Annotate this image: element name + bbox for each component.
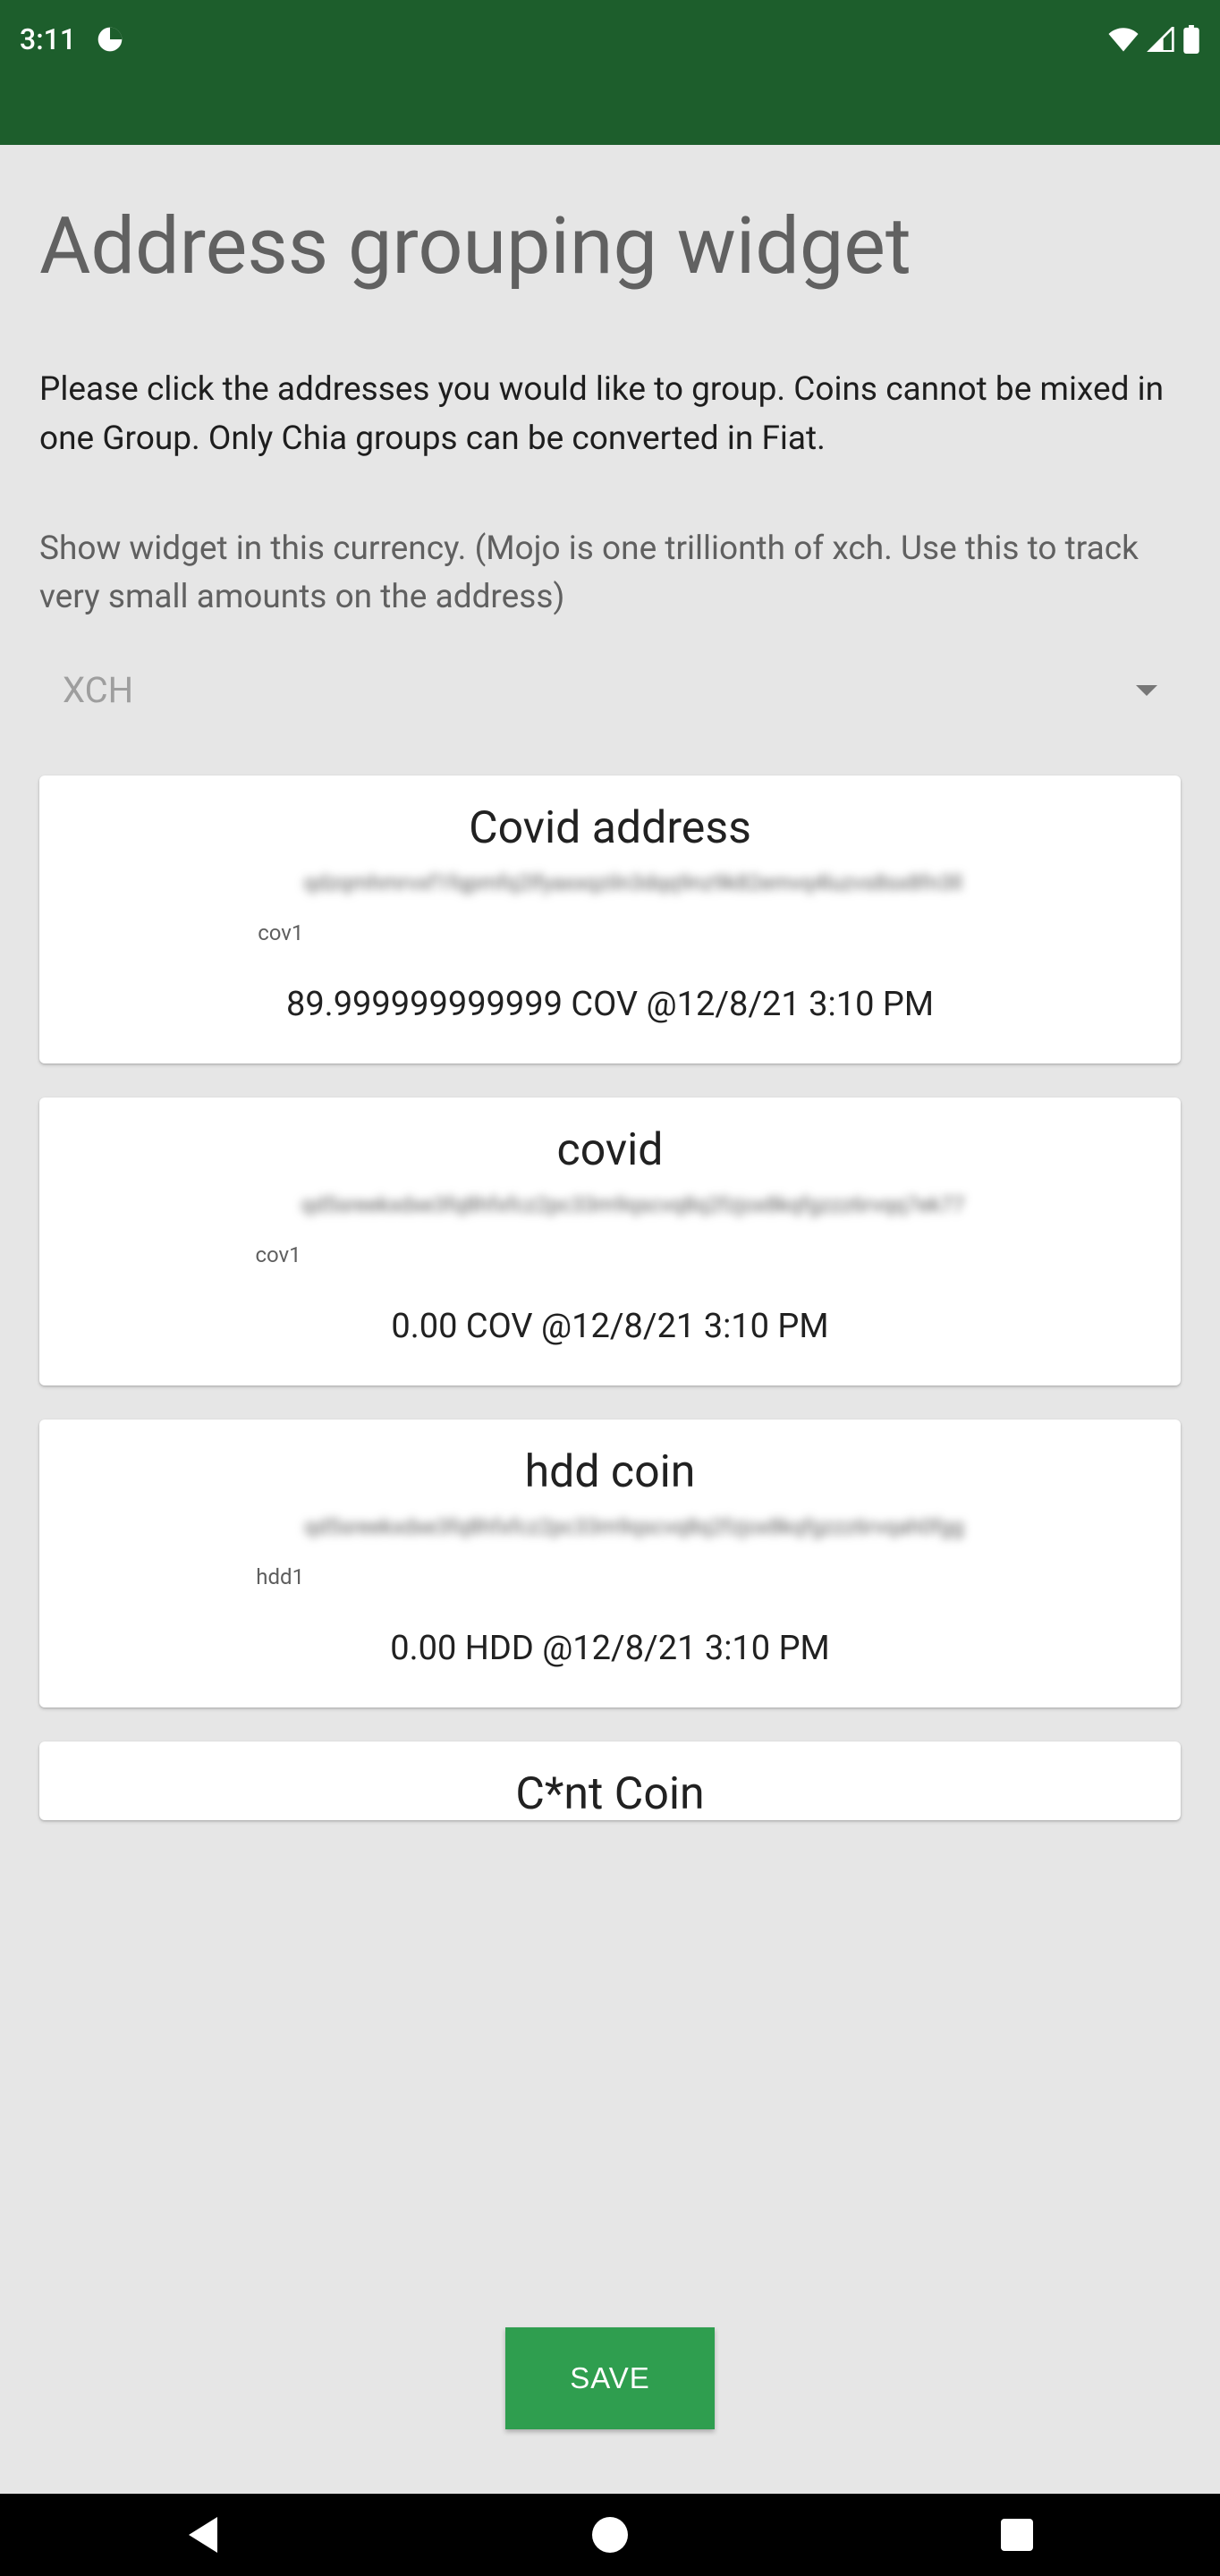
address-card-title: C*nt Coin bbox=[57, 1768, 1163, 1820]
home-icon bbox=[592, 2517, 628, 2553]
back-icon bbox=[189, 2517, 217, 2553]
address-hash: qdzqmhmrvxf1fqpmfq2lfyaxxqziln3dqq9nz9k8… bbox=[303, 870, 962, 895]
address-card-list: Covid address cov1qdzqmhmrvxf1fqpmfq2lfy… bbox=[39, 775, 1181, 1820]
page-title: Address grouping widget bbox=[39, 204, 1181, 289]
address-card-title: Covid address bbox=[57, 802, 1163, 854]
status-bar: 3:11 bbox=[0, 0, 1220, 79]
nav-recent-button[interactable] bbox=[990, 2508, 1044, 2562]
address-prefix: cov1 bbox=[255, 1242, 301, 1267]
address-card-title: hdd coin bbox=[57, 1446, 1163, 1498]
currency-select[interactable]: XCH bbox=[39, 669, 1181, 711]
currency-selected-value: XCH bbox=[63, 669, 133, 711]
address-balance: 89.999999999999 COV @12/8/21 3:10 PM bbox=[57, 985, 1163, 1024]
address-balance: 0.00 HDD @12/8/21 3:10 PM bbox=[57, 1629, 1163, 1668]
app-body: Address grouping widget Please click the… bbox=[0, 145, 1220, 2494]
currency-hint: Show widget in this currency. (Mojo is o… bbox=[39, 525, 1181, 623]
android-nav-bar bbox=[0, 2494, 1220, 2576]
nav-home-button[interactable] bbox=[583, 2508, 637, 2562]
nav-back-button[interactable] bbox=[176, 2508, 230, 2562]
address-card-title: covid bbox=[57, 1124, 1163, 1176]
save-button[interactable]: SAVE bbox=[505, 2327, 715, 2429]
address-card[interactable]: Covid address cov1qdzqmhmrvxf1fqpmfq2lfy… bbox=[39, 775, 1181, 1063]
address-card[interactable]: covid cov1qd5sreekxdxe3fq8hfxfcz2pc33m9q… bbox=[39, 1097, 1181, 1385]
save-button-row: SAVE bbox=[0, 2327, 1220, 2429]
app-icon bbox=[96, 25, 124, 54]
app-bar-spacer bbox=[0, 79, 1220, 145]
address-hash: qd5sreekxdxe3fq8hfxfcz2pc33m9qscvq8q2fzj… bbox=[304, 1514, 964, 1539]
recent-icon bbox=[1001, 2519, 1033, 2551]
address-hash: qd5sreekxdxe3fq8hfxfcz2pc33m9qscvq8q2fzj… bbox=[301, 1192, 965, 1217]
address-balance: 0.00 COV @12/8/21 3:10 PM bbox=[57, 1307, 1163, 1346]
wifi-icon bbox=[1107, 27, 1140, 52]
address-prefix: hdd1 bbox=[256, 1564, 304, 1589]
signal-icon bbox=[1147, 27, 1175, 52]
battery-icon bbox=[1182, 25, 1200, 54]
chevron-down-icon bbox=[1136, 685, 1157, 696]
instruction-text: Please click the addresses you would lik… bbox=[39, 366, 1181, 464]
address-prefix: cov1 bbox=[258, 920, 303, 945]
status-time: 3:11 bbox=[20, 22, 76, 56]
address-card[interactable]: C*nt Coin bbox=[39, 1741, 1181, 1820]
address-card[interactable]: hdd coin hdd1qd5sreekxdxe3fq8hfxfcz2pc33… bbox=[39, 1419, 1181, 1707]
